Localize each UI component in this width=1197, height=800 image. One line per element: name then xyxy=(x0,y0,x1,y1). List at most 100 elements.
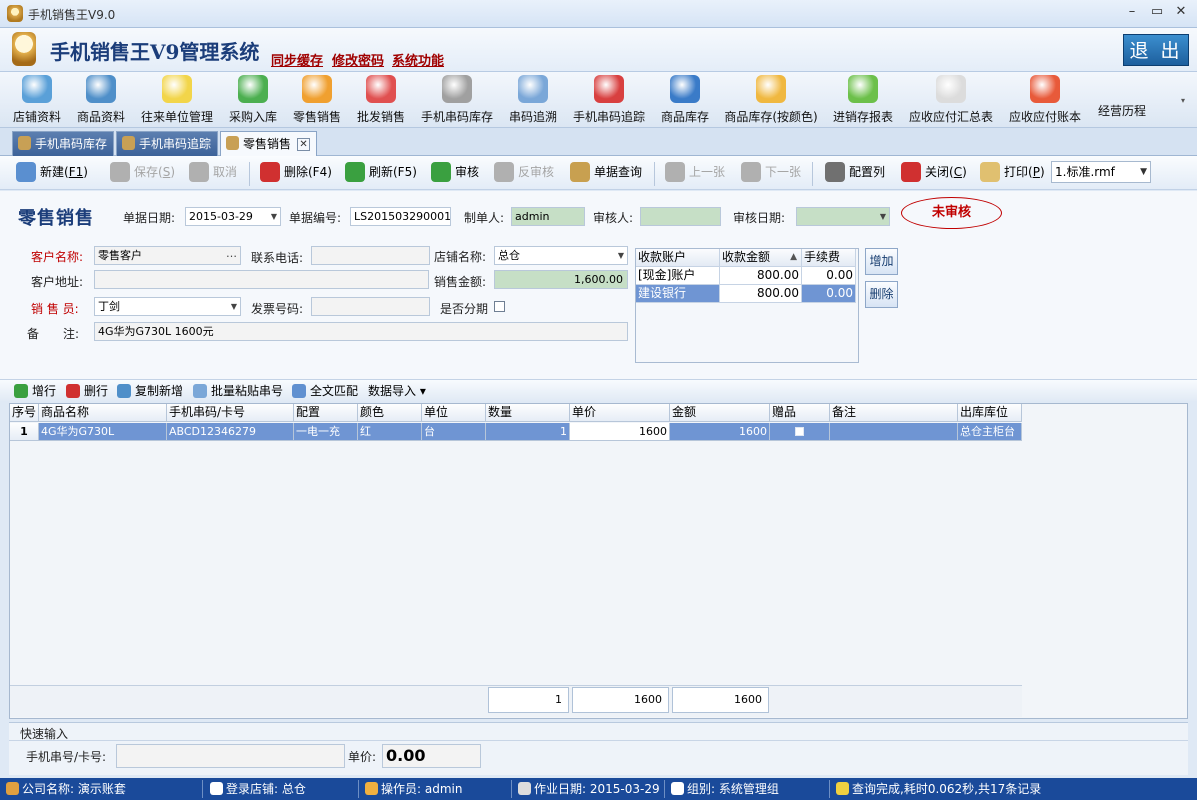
toolbar-retail-sales[interactable]: 零售销售 xyxy=(289,75,345,127)
column-header[interactable]: 商品名称 xyxy=(39,404,167,422)
data-import-menu[interactable]: 数据导入 ▾ xyxy=(350,383,426,400)
toolbar-overflow-icon[interactable]: ▾ xyxy=(1181,96,1185,105)
delete-payment-button[interactable]: 删除 xyxy=(865,281,898,308)
toolbar-stock-by-color[interactable]: 商品库存(按颜色) xyxy=(721,75,821,127)
cell-serial[interactable]: ABCD12346279 xyxy=(167,423,294,441)
delete-row-button[interactable]: 删行 xyxy=(66,383,108,400)
address-field[interactable] xyxy=(94,270,429,289)
ellipsis-button[interactable]: … xyxy=(226,247,237,262)
column-header[interactable]: 备注 xyxy=(830,404,958,422)
cancel-button[interactable]: 取消 xyxy=(189,162,237,186)
toolbar-wholesale[interactable]: 批发销售 xyxy=(353,75,409,127)
refresh-button[interactable]: 刷新(F5) xyxy=(345,162,417,186)
toolbar-serial-trace[interactable]: 串码追溯 xyxy=(505,75,561,127)
column-header[interactable]: 金额 xyxy=(670,404,770,422)
gift-checkbox[interactable] xyxy=(795,427,804,436)
column-header[interactable]: 颜色 xyxy=(358,404,422,422)
column-header[interactable]: 单价 xyxy=(570,404,670,422)
delete-button[interactable]: 删除(F4) xyxy=(260,162,332,186)
change-password-link[interactable]: 修改密码 xyxy=(332,50,384,69)
price-input[interactable]: 0.00 xyxy=(382,744,481,768)
add-row-button[interactable]: 增行 xyxy=(14,383,56,400)
maximize-button[interactable]: ▭ xyxy=(1147,4,1167,22)
payment-header-fee[interactable]: 手续费 xyxy=(802,249,856,267)
document-query-button[interactable]: 单据查询 xyxy=(570,162,642,186)
installment-checkbox[interactable] xyxy=(494,301,505,312)
user-icon xyxy=(365,782,378,795)
maker-label: 制单人: xyxy=(464,211,505,225)
close-icon xyxy=(901,162,921,182)
cell-config[interactable]: 一电一充 xyxy=(294,423,358,441)
toolbar-serial-track[interactable]: 手机串码追踪 xyxy=(569,75,649,127)
invoice-field[interactable] xyxy=(311,297,430,316)
payment-account-cell[interactable]: 建设银行 xyxy=(636,285,720,303)
payment-amount-cell[interactable]: 800.00 xyxy=(720,285,802,303)
document-number-field[interactable]: LS201503290001 xyxy=(350,207,451,226)
invoice-label: 发票号码: xyxy=(251,302,304,316)
audit-button[interactable]: 审核 xyxy=(431,162,479,186)
save-button[interactable]: 保存(S) xyxy=(110,162,175,186)
minimize-button[interactable]: – xyxy=(1122,4,1142,22)
toolbar-inventory-report[interactable]: 进销存报表 xyxy=(829,75,897,127)
print-template-select[interactable]: 1.标准.rmf ▼ xyxy=(1051,161,1151,183)
toolbar-store-info[interactable]: 店铺资料 xyxy=(9,75,65,127)
add-payment-button[interactable]: 增加 xyxy=(865,248,898,275)
unaudit-button[interactable]: 反审核 xyxy=(494,162,554,186)
batch-paste-serial-button[interactable]: 批量粘贴串号 xyxy=(193,383,283,400)
cell-unit[interactable]: 台 xyxy=(422,423,486,441)
close-window-button[interactable]: ✕ xyxy=(1171,4,1191,22)
close-button[interactable]: 关闭(C) xyxy=(901,162,967,186)
status-operator: 操作员: admin xyxy=(363,780,512,798)
full-text-match-button[interactable]: 全文匹配 xyxy=(292,383,358,400)
cell-unit-price[interactable]: 1600 xyxy=(570,423,670,441)
column-header[interactable]: 配置 xyxy=(294,404,358,422)
toolbar-ar-ap-summary[interactable]: 应收应付汇总表 xyxy=(905,75,997,127)
store-select[interactable]: 总仓 ▼ xyxy=(494,246,628,265)
toolbar-partners[interactable]: 往来单位管理 xyxy=(137,75,217,127)
serial-input[interactable] xyxy=(116,744,345,768)
toolbar-business-history[interactable]: 经营历程 xyxy=(1093,75,1151,127)
column-header[interactable]: 单位 xyxy=(422,404,486,422)
toolbar-product-info[interactable]: 商品资料 xyxy=(73,75,129,127)
toolbar-serial-stock[interactable]: 手机串码库存 xyxy=(417,75,497,127)
cell-quantity[interactable]: 1 xyxy=(486,423,570,441)
payment-fee-cell[interactable]: 0.00 xyxy=(802,285,856,303)
payment-account-cell[interactable]: [现金]账户 xyxy=(636,267,720,285)
configure-columns-button[interactable]: 配置列 xyxy=(825,162,885,186)
exit-button[interactable]: 退 出 xyxy=(1123,34,1189,66)
system-functions-link[interactable]: 系统功能 xyxy=(392,50,444,69)
cell-color[interactable]: 红 xyxy=(358,423,422,441)
seller-select[interactable]: 丁剑 ▼ xyxy=(94,297,241,316)
column-header[interactable]: 数量 xyxy=(486,404,570,422)
tab-close-icon[interactable]: ✕ xyxy=(297,138,311,151)
cell-amount[interactable]: 1600 xyxy=(670,423,770,441)
payment-amount-cell[interactable]: 800.00 xyxy=(720,267,802,285)
copy-new-button[interactable]: 复制新增 xyxy=(117,383,183,400)
toolbar-product-stock[interactable]: 商品库存 xyxy=(657,75,713,127)
payment-header-account[interactable]: 收款账户 xyxy=(636,249,720,267)
cell-remark[interactable] xyxy=(830,423,958,441)
tab-retail-sales[interactable]: 零售销售 ✕ xyxy=(220,131,317,156)
cell-gift[interactable] xyxy=(770,423,830,441)
tab-serial-stock[interactable]: 手机串码库存 xyxy=(12,131,114,156)
cell-product-name[interactable]: 4G华为G730L xyxy=(39,423,167,441)
next-button[interactable]: 下一张 xyxy=(741,162,801,186)
document-date-field[interactable]: 2015-03-29 ▼ xyxy=(185,207,281,226)
customer-field[interactable]: 零售客户… xyxy=(94,246,241,265)
tab-serial-track[interactable]: 手机串码追踪 xyxy=(116,131,218,156)
column-header[interactable]: 赠品 xyxy=(770,404,830,422)
sync-cache-link[interactable]: 同步缓存 xyxy=(271,50,323,69)
cell-warehouse-location[interactable]: 总仓主柜台 xyxy=(958,423,1022,441)
new-button[interactable]: 新建(F1) xyxy=(16,162,88,186)
payment-fee-cell[interactable]: 0.00 xyxy=(802,267,856,285)
remark-field[interactable]: 4G华为G730L 1600元 xyxy=(94,322,628,341)
column-header[interactable]: 出库库位 xyxy=(958,404,1022,422)
toolbar-purchase-in[interactable]: 采购入库 xyxy=(225,75,281,127)
print-button[interactable]: 打印(P) xyxy=(980,162,1045,186)
column-header[interactable]: 手机串码/卡号 xyxy=(167,404,294,422)
payment-header-amount[interactable]: 收款金额 ▲ xyxy=(720,249,802,267)
toolbar-ar-ap-ledger[interactable]: 应收应付账本 xyxy=(1005,75,1085,127)
column-header[interactable]: 序号 xyxy=(10,404,39,422)
previous-button[interactable]: 上一张 xyxy=(665,162,725,186)
phone-field[interactable] xyxy=(311,246,430,265)
